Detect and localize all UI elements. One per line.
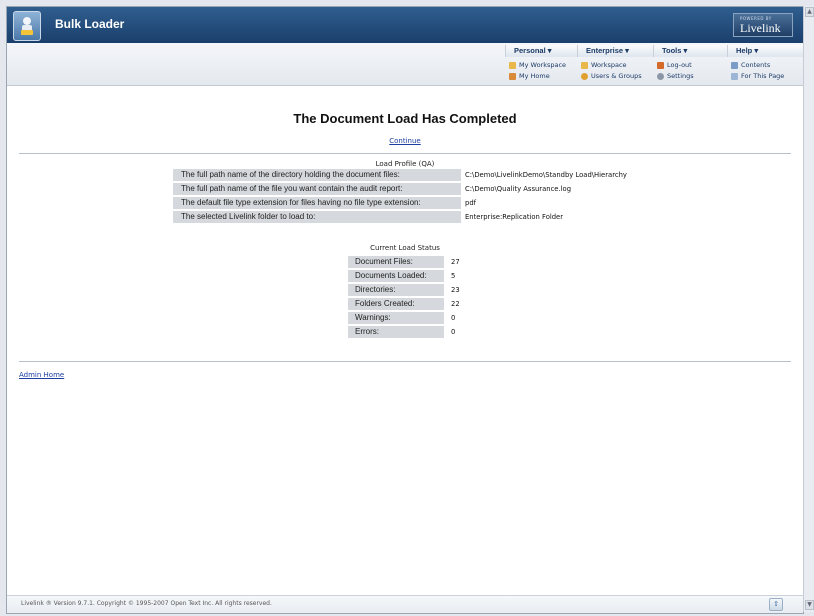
contents-document-icon [731, 62, 738, 69]
divider-top [19, 153, 791, 154]
status-label: Errors: [348, 326, 444, 338]
link-contents[interactable]: Contents [731, 60, 784, 71]
link-users-groups[interactable]: Users & Groups [581, 71, 642, 82]
menu-personal[interactable]: Personal ▾ [505, 45, 577, 57]
admin-home-link[interactable]: Admin Home [19, 371, 64, 379]
page-title: The Document Load Has Completed [293, 111, 517, 126]
profile-row: The full path name of the file you want … [173, 182, 627, 196]
status-row: Documents Loaded: 5 [348, 269, 460, 283]
menu-tools[interactable]: Tools ▾ [653, 45, 727, 57]
load-status-heading: Current Load Status [370, 244, 440, 252]
continue-link[interactable]: Continue [7, 137, 803, 145]
load-status-table: Document Files: 27 Documents Loaded: 5 D… [348, 255, 460, 339]
scroll-up-arrow-icon[interactable]: ▲ [805, 7, 814, 17]
profile-row: The selected Livelink folder to load to:… [173, 210, 627, 224]
status-label: Warnings: [348, 312, 444, 324]
status-value: 23 [451, 286, 460, 294]
status-row: Folders Created: 22 [348, 297, 460, 311]
status-label: Directories: [348, 284, 444, 296]
link-for-this-page[interactable]: For This Page [731, 71, 784, 82]
profile-value: Enterprise:Replication Folder [465, 213, 564, 221]
settings-gear-icon [657, 73, 664, 80]
status-label: Document Files: [348, 256, 444, 268]
link-settings[interactable]: Settings [657, 71, 694, 82]
app-title: Bulk Loader [55, 17, 125, 31]
status-value: 22 [451, 300, 460, 308]
vertical-scrollbar[interactable]: ▲ ▼ [803, 6, 814, 612]
status-label: Documents Loaded: [348, 270, 444, 282]
divider-bottom [19, 361, 791, 362]
status-value: 0 [451, 328, 456, 336]
help-page-icon [731, 73, 738, 80]
home-icon [509, 73, 516, 80]
status-row: Document Files: 27 [348, 255, 460, 269]
status-label: Folders Created: [348, 298, 444, 310]
log-out-icon [657, 62, 664, 69]
status-value: 27 [451, 258, 460, 266]
status-value: 0 [451, 314, 456, 322]
browser-window: Bulk Loader POWERED BY Livelink Personal… [6, 6, 804, 614]
livelink-brand-logo: POWERED BY Livelink [733, 13, 793, 37]
copyright-text: Livelink ® Version 9.7.1. Copyright © 19… [21, 600, 272, 607]
brand-name: Livelink [740, 21, 781, 35]
link-log-out[interactable]: Log-out [657, 60, 694, 71]
profile-value: pdf [465, 199, 477, 207]
link-workspace[interactable]: Workspace [581, 60, 642, 71]
scroll-down-arrow-icon[interactable]: ▼ [805, 600, 814, 610]
profile-label: The full path name of the directory hold… [173, 169, 461, 181]
load-profile-heading: Load Profile (QA) [375, 160, 435, 168]
navigation-bar: Personal ▾ Enterprise ▾ Tools ▾ Help ▾ M… [7, 43, 803, 86]
tools-links: Log-out Settings [657, 60, 694, 82]
enterprise-workspace-icon [581, 62, 588, 69]
status-row: Directories: 23 [348, 283, 460, 297]
arrow-up-icon: ⇧ [773, 600, 779, 608]
status-row: Errors: 0 [348, 325, 460, 339]
workspace-icon [509, 62, 516, 69]
help-links: Contents For This Page [731, 60, 784, 82]
app-header: Bulk Loader POWERED BY Livelink [7, 7, 803, 43]
load-profile-table: The full path name of the directory hold… [173, 168, 627, 224]
personal-links: My Workspace My Home [509, 60, 566, 82]
profile-row: The default file type extension for file… [173, 196, 627, 210]
profile-row: The full path name of the directory hold… [173, 168, 627, 182]
menu-help[interactable]: Help ▾ [727, 45, 803, 57]
status-value: 5 [451, 272, 456, 280]
profile-value: C:\Demo\LivelinkDemo\Standby Load\Hierar… [465, 171, 627, 179]
status-row: Warnings: 0 [348, 311, 460, 325]
enterprise-links: Workspace Users & Groups [581, 60, 642, 82]
profile-label: The default file type extension for file… [173, 197, 461, 209]
users-groups-icon [581, 73, 588, 80]
bulk-loader-logo-icon [13, 11, 41, 41]
menu-enterprise[interactable]: Enterprise ▾ [577, 45, 653, 57]
profile-label: The full path name of the file you want … [173, 183, 461, 195]
profile-value: C:\Demo\Quality Assurance.log [465, 185, 572, 193]
scroll-to-top-button[interactable]: ⇧ [769, 598, 783, 611]
link-my-home[interactable]: My Home [509, 71, 566, 82]
link-my-workspace[interactable]: My Workspace [509, 60, 566, 71]
profile-label: The selected Livelink folder to load to: [173, 211, 461, 223]
footer: Livelink ® Version 9.7.1. Copyright © 19… [7, 595, 803, 613]
